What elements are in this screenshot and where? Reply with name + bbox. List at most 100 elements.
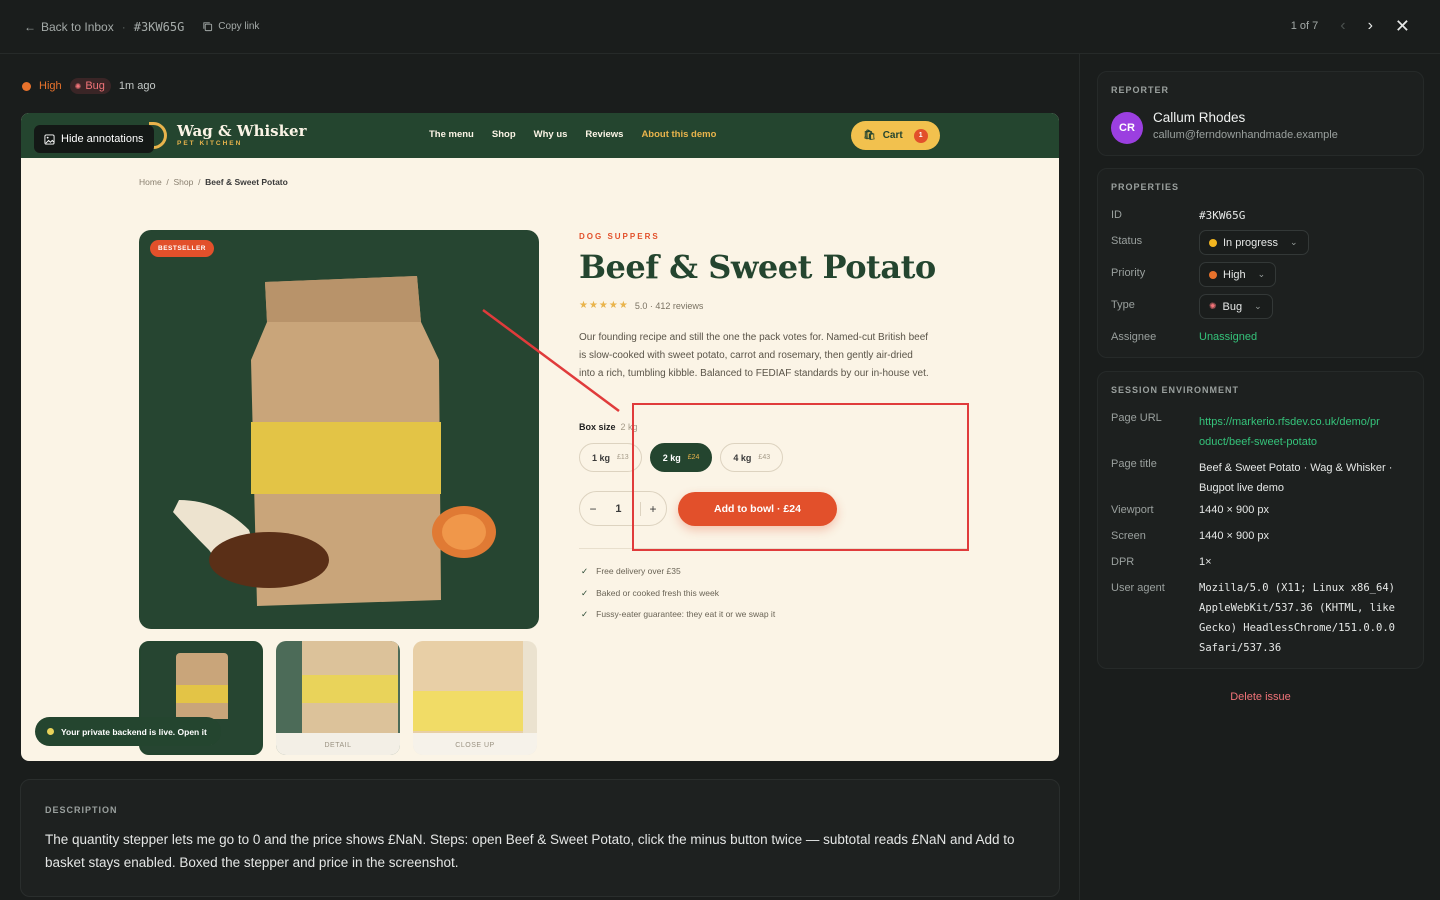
previous-icon[interactable]: ‹: [1340, 18, 1345, 34]
product-title: Beef & Sweet Potato: [579, 248, 936, 286]
nav-why-us[interactable]: Why us: [534, 129, 568, 140]
bug-icon: ✺: [1209, 301, 1217, 311]
screen-value: 1440 × 900 px: [1199, 530, 1270, 542]
description-panel: DESCRIPTION The quantity stepper lets me…: [20, 779, 1060, 897]
breadcrumb-current: Beef & Sweet Potato: [205, 177, 288, 187]
perk-text: Free delivery over £35: [596, 566, 681, 576]
type-select[interactable]: ✺ Bug ⌄: [1199, 294, 1273, 319]
page-title-line: Beef & Sweet Potato · Wag & Whisker ·: [1199, 462, 1393, 474]
page-url-line: oduct/beef-sweet-potato: [1199, 436, 1318, 448]
id-label: ID: [1111, 209, 1122, 221]
back-to-inbox-link[interactable]: Back to Inbox: [41, 20, 114, 34]
hide-annotations-label: Hide annotations: [61, 133, 144, 145]
priority-select[interactable]: High ⌄: [1199, 262, 1277, 287]
breadcrumb: Home / Shop / Beef & Sweet Potato: [139, 177, 288, 187]
page-url-link[interactable]: https://markerio.rfsdev.co.uk/demo/pr od…: [1199, 412, 1380, 452]
assignee-label: Assignee: [1111, 331, 1157, 343]
breadcrumb-shop[interactable]: Shop: [174, 177, 194, 187]
check-icon: ✓: [581, 566, 589, 576]
status-dot-icon: [1209, 238, 1217, 247]
page-title-line: Bugpot live demo: [1199, 482, 1284, 494]
perks-list: ✓ Free delivery over £35 ✓ Baked or cooked…: [581, 561, 775, 626]
pager: 1 of 7 ‹ › ✕: [1290, 17, 1410, 35]
issue-id: #3KW65G: [133, 19, 185, 34]
environment-label: SESSION ENVIRONMENT: [1111, 385, 1240, 395]
delete-issue-button[interactable]: Delete issue: [1081, 691, 1440, 703]
copy-link-button[interactable]: Copy link: [202, 21, 259, 32]
box-size-title: Box size: [579, 422, 616, 432]
page-url-label: Page URL: [1111, 412, 1162, 424]
page-title-value: Beef & Sweet Potato · Wag & Whisker · Bu…: [1199, 458, 1392, 498]
viewport-value: 1440 × 900 px: [1199, 504, 1270, 516]
dpr-label: DPR: [1111, 556, 1135, 568]
chevron-down-icon: ⌄: [1254, 301, 1262, 311]
user-agent-line: Mozilla/5.0 (X11; Linux x86_64): [1199, 582, 1395, 594]
perk-text: Baked or cooked fresh this week: [596, 587, 719, 598]
user-agent-label: User agent: [1111, 582, 1165, 594]
user-agent-line: AppleWebKit/537.36 (KHTML, like: [1199, 602, 1395, 614]
bestseller-badge: BESTSELLER: [150, 240, 214, 257]
chevron-down-icon: ⌄: [1290, 237, 1298, 247]
image-icon: [44, 133, 55, 145]
check-icon: ✓: [581, 609, 589, 619]
pager-count: 1 of 7: [1290, 20, 1319, 32]
thumbnail-caption: CLOSE UP: [455, 742, 495, 749]
thumbnail-caption: DETAIL: [324, 742, 352, 749]
product-rating: ★★★★★ 5.0 · 412 reviews: [579, 300, 703, 311]
status-dot-icon: [47, 728, 54, 735]
user-agent-value: Mozilla/5.0 (X11; Linux x86_64) AppleWeb…: [1199, 578, 1395, 658]
reporter-name: Callum Rhodes: [1153, 110, 1246, 125]
back-arrow-icon[interactable]: ←: [24, 20, 36, 34]
dpr-value: 1×: [1199, 556, 1212, 568]
brand-subtitle: PET KITCHEN: [177, 140, 243, 147]
page-url-line: https://markerio.rfsdev.co.uk/demo/pr: [1199, 416, 1380, 428]
product-category: DOG SUPPERS: [579, 232, 660, 241]
thumbnail-close-up[interactable]: CLOSE UP: [413, 641, 537, 755]
environment-card: SESSION ENVIRONMENT Page URL https://mar…: [1097, 371, 1424, 669]
user-agent-line: Safari/537.36: [1199, 642, 1282, 654]
priority-value: High: [1223, 268, 1246, 281]
check-icon: ✓: [581, 587, 589, 598]
toast-text: Your private backend is live. Open it: [61, 726, 207, 737]
site-logo: Wag & Whisker PET KITCHEN: [177, 122, 306, 147]
reporter-label: REPORTER: [1111, 85, 1170, 95]
id-value: #3KW65G: [1199, 209, 1246, 222]
sidebar: REPORTER CR Callum Rhodes callum@ferndow…: [1081, 54, 1440, 900]
perk-item: ✓ Fussy-eater guarantee: they eat it or w…: [581, 604, 775, 626]
backend-toast[interactable]: Your private backend is live. Open it: [35, 717, 221, 746]
user-agent-line: Gecko) HeadlessChrome/151.0.0.0: [1199, 622, 1395, 634]
status-value: In progress: [1223, 236, 1279, 249]
reporter-card: REPORTER CR Callum Rhodes callum@ferndow…: [1097, 71, 1424, 156]
thumbnail-detail[interactable]: DETAIL: [276, 641, 400, 755]
properties-card: PROPERTIES ID #3KW65G Status In progress…: [1097, 168, 1424, 358]
site-nav: Wag & Whisker PET KITCHEN The menu Shop …: [21, 113, 1059, 158]
cart-button[interactable]: 🛍 Cart 1: [851, 121, 940, 150]
nav-shop[interactable]: Shop: [492, 129, 516, 140]
rating-text[interactable]: 5.0 · 412 reviews: [635, 301, 704, 311]
type-label: Type: [1111, 299, 1135, 311]
product-bag-illustration: [173, 276, 496, 606]
status-label: Status: [1111, 235, 1143, 247]
type-value: Bug: [1222, 300, 1243, 313]
issue-tags: High ✺ Bug 1m ago: [22, 78, 156, 94]
bug-tag-label: Bug: [85, 80, 105, 92]
assignee-value[interactable]: Unassigned: [1199, 331, 1257, 343]
annotation-box: [632, 403, 969, 551]
chevron-down-icon: ⌄: [1257, 269, 1266, 279]
breadcrumb-home[interactable]: Home: [139, 177, 162, 187]
minus-button[interactable]: −: [589, 502, 596, 516]
bug-tag: ✺ Bug: [69, 78, 111, 94]
nav-about-demo[interactable]: About this demo: [641, 129, 716, 140]
status-select[interactable]: In progress ⌄: [1199, 230, 1309, 255]
properties-label: PROPERTIES: [1111, 182, 1180, 192]
hide-annotations-button[interactable]: Hide annotations: [34, 125, 154, 153]
next-icon[interactable]: ›: [1368, 18, 1373, 34]
priority-dot-icon: [22, 81, 31, 91]
nav-the-menu[interactable]: The menu: [429, 129, 474, 140]
separator: ·: [121, 19, 126, 34]
close-icon[interactable]: ✕: [1395, 17, 1410, 35]
nav-reviews[interactable]: Reviews: [585, 129, 623, 140]
perk-item: ✓ Baked or cooked fresh this week: [581, 583, 775, 605]
reporter-email[interactable]: callum@ferndownhandmade.example: [1153, 129, 1338, 141]
quantity-value[interactable]: 1: [615, 503, 621, 515]
